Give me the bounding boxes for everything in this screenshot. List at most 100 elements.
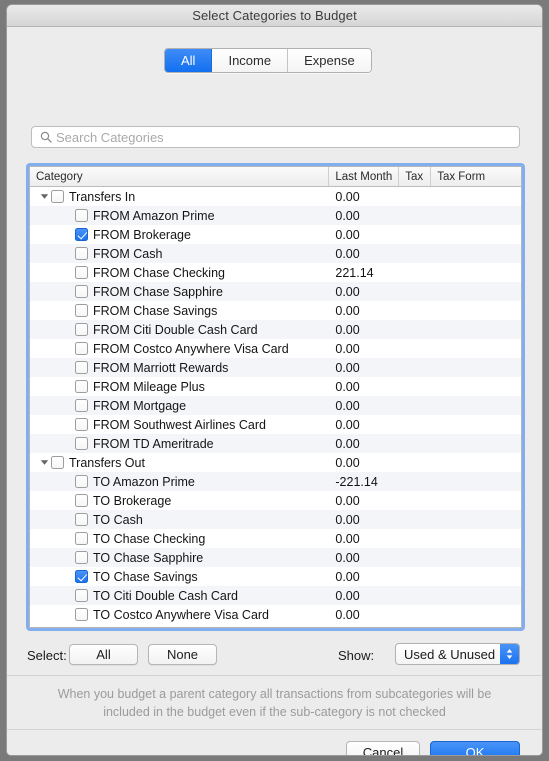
cell-last-month: 221.14 [335,265,374,280]
table-row[interactable]: FROM Cash 0.00 [30,244,521,263]
categories-table-focus-ring: Category Last Month Tax Tax Form Transfe… [26,163,525,631]
cell-last-month: 0.00 [335,417,360,432]
checkbox-unchecked[interactable] [75,247,88,260]
filter-tab-expense[interactable]: Expense [288,49,371,72]
table-row[interactable]: Transfers In 0.00 [30,187,521,206]
table-row[interactable]: FROM Brokerage 0.00 [30,225,521,244]
window-title: Select Categories to Budget [192,8,357,23]
disclosure-triangle-icon[interactable] [38,453,51,472]
table-row[interactable]: FROM TD Ameritrade 0.00 [30,434,521,453]
cell-category: FROM Mortgage [30,399,329,413]
table-row[interactable]: FROM Marriott Rewards 0.00 [30,358,521,377]
table-row[interactable]: TO Costco Anywhere Visa Card 0.00 [30,605,521,624]
checkbox-unchecked[interactable] [75,285,88,298]
search-field[interactable] [31,126,520,148]
checkbox-unchecked[interactable] [75,551,88,564]
table-row[interactable]: FROM Costco Anywhere Visa Card 0.00 [30,339,521,358]
table-row[interactable]: TO Cash 0.00 [30,510,521,529]
column-header-tax[interactable]: Tax [399,167,432,186]
category-label: FROM Cash [93,246,163,261]
table-header-row: Category Last Month Tax Tax Form [30,167,521,187]
checkbox-unchecked[interactable] [75,513,88,526]
checkbox-unchecked[interactable] [75,589,88,602]
table-row[interactable]: TO Chase Sapphire 0.00 [30,548,521,567]
cell-last-month: 0.00 [335,569,360,584]
disclosure-triangle-icon[interactable] [38,187,51,206]
table-row[interactable]: FROM Chase Checking 221.14 [30,263,521,282]
cell-last-month: 0.00 [335,455,360,470]
table-row[interactable]: TO Chase Savings 0.00 [30,567,521,586]
checkbox-unchecked[interactable] [51,456,64,469]
cell-last-month: 0.00 [335,227,360,242]
cancel-button[interactable]: Cancel [346,741,420,755]
checkbox-unchecked[interactable] [75,209,88,222]
cell-category: TO Brokerage [30,494,329,508]
category-label: TO Citi Double Cash Card [93,588,238,603]
table-row[interactable]: FROM Chase Sapphire 0.00 [30,282,521,301]
checkbox-unchecked[interactable] [75,399,88,412]
checkbox-unchecked[interactable] [75,304,88,317]
filter-tab-income[interactable]: Income [212,49,289,72]
ok-button[interactable]: OK [430,741,520,755]
chevron-updown-icon [500,644,519,664]
search-input[interactable] [56,128,519,146]
checkbox-unchecked[interactable] [75,494,88,507]
checkbox-unchecked[interactable] [75,361,88,374]
cell-last-month: 0.00 [335,322,360,337]
table-row[interactable]: TO Chase Checking 0.00 [30,529,521,548]
categories-table[interactable]: Category Last Month Tax Tax Form Transfe… [29,166,522,628]
select-none-button[interactable]: None [148,644,217,665]
checkbox-unchecked[interactable] [75,475,88,488]
checkbox-unchecked[interactable] [75,380,88,393]
checkbox-unchecked[interactable] [75,342,88,355]
checkbox-unchecked[interactable] [51,190,64,203]
cell-last-month: 0.00 [335,550,360,565]
checkbox-unchecked[interactable] [75,323,88,336]
cell-category: TO Amazon Prime [30,475,329,489]
column-header-category[interactable]: Category [30,167,330,186]
show-filter-dropdown[interactable]: Used & Unused [395,643,520,665]
table-row[interactable]: TO Amazon Prime -221.14 [30,472,521,491]
table-row[interactable]: FROM Chase Savings 0.00 [30,301,521,320]
cell-category: TO Chase Sapphire [30,551,329,565]
cell-last-month: 0.00 [335,360,360,375]
table-row[interactable]: FROM Citi Double Cash Card 0.00 [30,320,521,339]
checkbox-unchecked[interactable] [75,437,88,450]
table-row[interactable]: FROM Mileage Plus 0.00 [30,377,521,396]
select-label: Select: [27,648,67,663]
checkbox-unchecked[interactable] [75,532,88,545]
category-label: FROM Southwest Airlines Card [93,417,266,432]
category-label: Transfers Out [69,455,145,470]
column-header-tax-form[interactable]: Tax Form [431,167,521,186]
table-row[interactable]: TO Citi Double Cash Card 0.00 [30,586,521,605]
cell-last-month: 0.00 [335,341,360,356]
checkbox-unchecked[interactable] [75,266,88,279]
table-body: Transfers In 0.00 FROM Amazon Prime 0.00 FRO… [30,187,521,624]
column-header-last-month[interactable]: Last Month [329,167,400,186]
cell-last-month: 0.00 [335,189,360,204]
category-label: TO Chase Sapphire [93,550,204,565]
selection-controls: Select: All None Show: Used & Unused [7,639,542,675]
select-all-button[interactable]: All [69,644,138,665]
table-row[interactable]: TO Brokerage 0.00 [30,491,521,510]
checkbox-unchecked[interactable] [75,608,88,621]
category-label: FROM Mileage Plus [93,379,205,394]
checkbox-checked[interactable] [75,570,88,583]
table-row[interactable]: FROM Southwest Airlines Card 0.00 [30,415,521,434]
category-label: FROM Chase Checking [93,265,225,280]
category-filter-segmented-control[interactable]: All Income Expense [164,48,372,73]
category-label: FROM Costco Anywhere Visa Card [93,341,289,356]
category-label: FROM Amazon Prime [93,208,215,223]
category-label: FROM Mortgage [93,398,187,413]
checkbox-unchecked[interactable] [75,418,88,431]
table-row[interactable]: Transfers Out 0.00 [30,453,521,472]
checkbox-checked[interactable] [75,228,88,241]
category-label: TO Amazon Prime [93,474,195,489]
title-bar: Select Categories to Budget [7,5,542,27]
filter-tab-all[interactable]: All [165,49,213,72]
table-row[interactable]: FROM Amazon Prime 0.00 [30,206,521,225]
table-row[interactable]: FROM Mortgage 0.00 [30,396,521,415]
help-note-line-1: When you budget a parent category all tr… [57,686,492,701]
cell-last-month: 0.00 [335,588,360,603]
dialog-body: AllIncomeExpense Category Last Month Tax… [7,27,542,755]
